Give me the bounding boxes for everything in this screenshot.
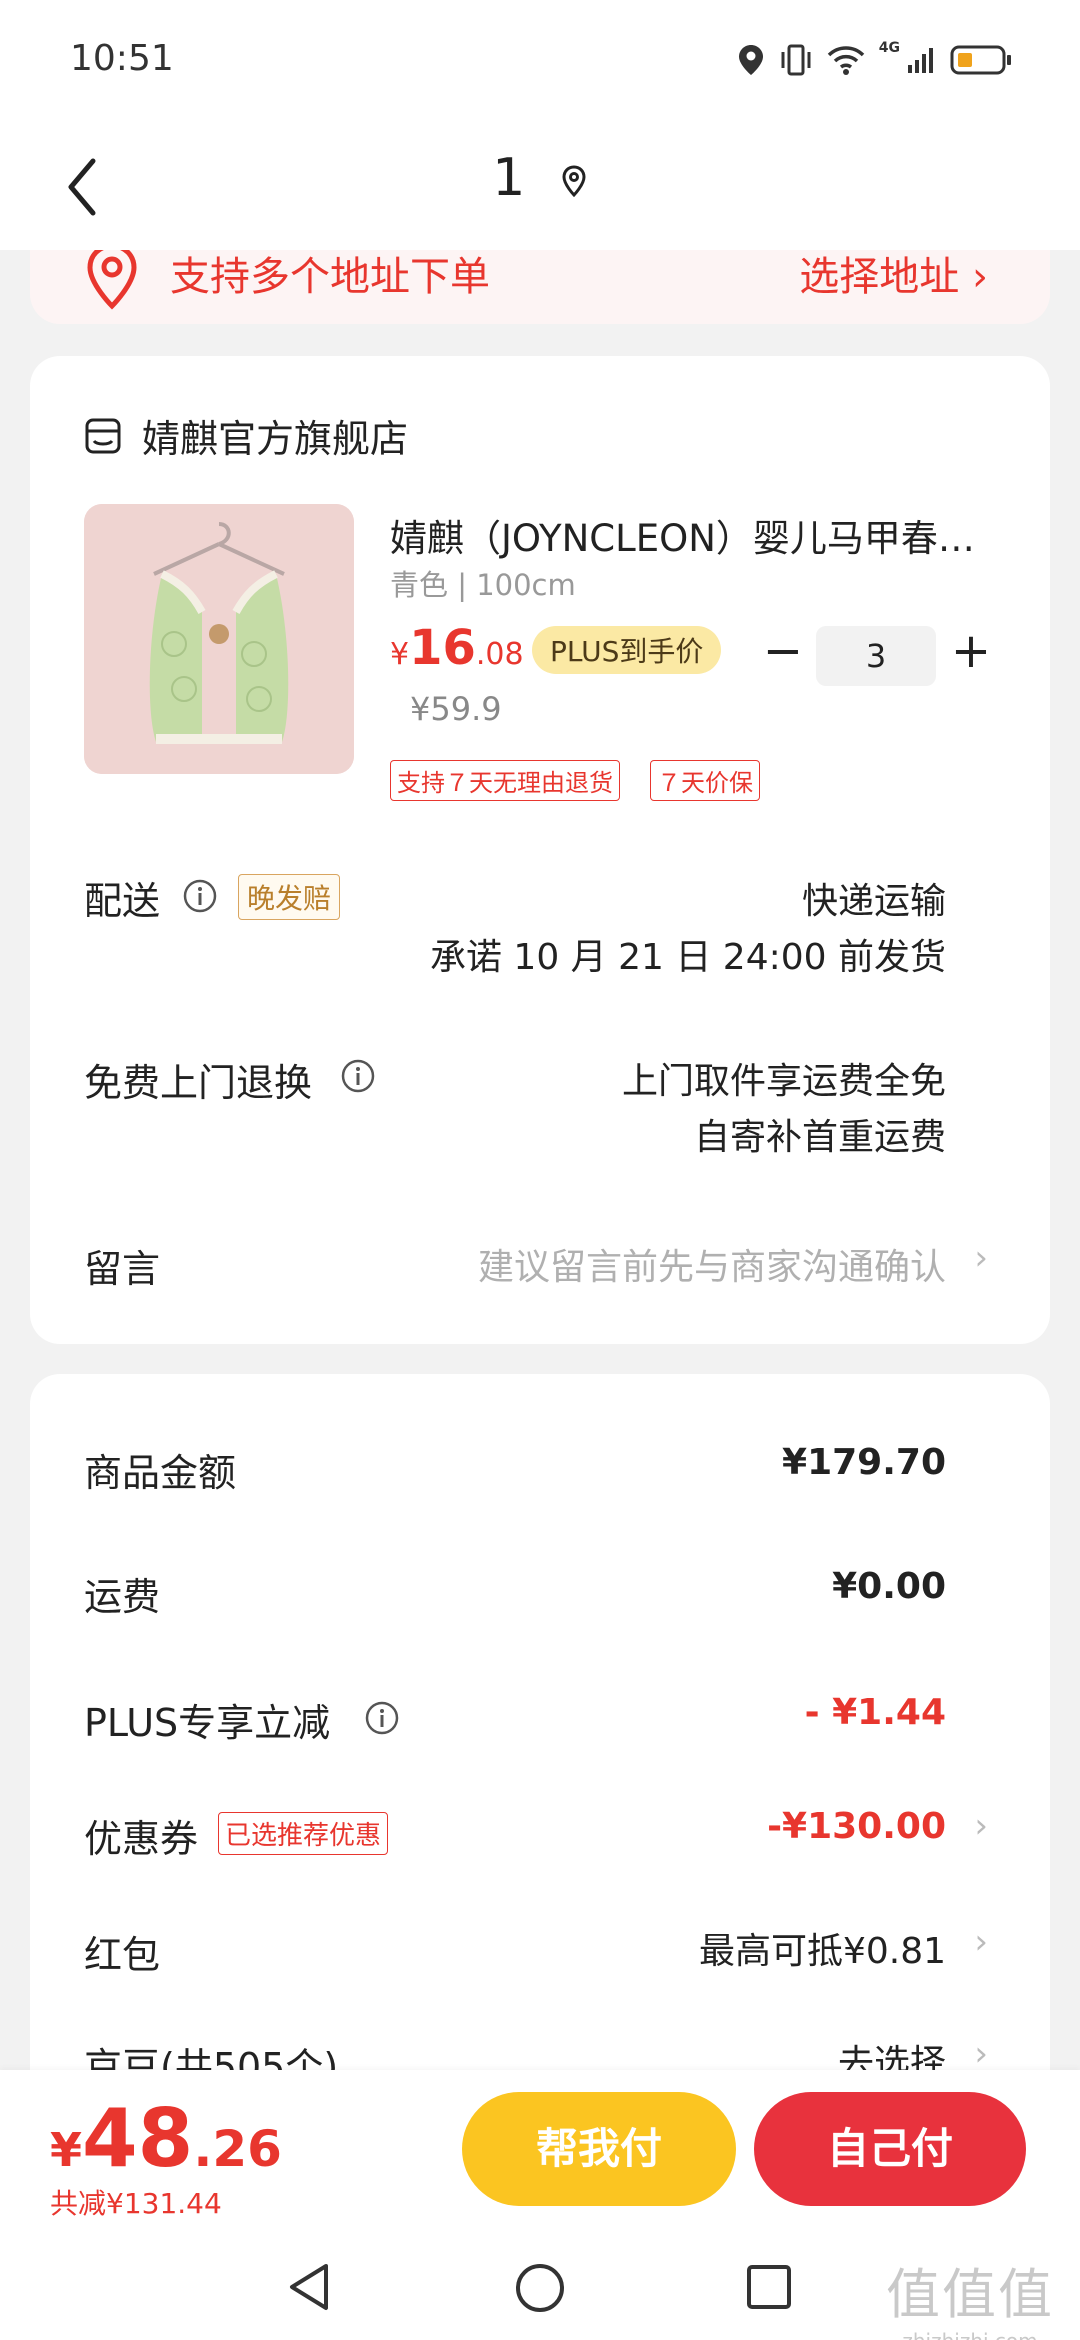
return-self-send-text: 自寄补首重运费 — [693, 1117, 946, 1158]
checkout-bar: ¥ 48 .26 共减¥131.44 帮我付 自己付 — [0, 2070, 1080, 2230]
coupon-value[interactable]: -¥130.00 — [767, 1806, 946, 1847]
delivery-label: 配送 — [84, 879, 161, 923]
chevron-right-icon: › — [974, 1922, 988, 1962]
signal-icon — [908, 48, 933, 73]
location-icon — [738, 45, 763, 75]
select-address-link[interactable]: 选择地址 › — [799, 250, 988, 302]
product-title[interactable]: 婧麒（JOYNCLEON）婴儿马甲春… — [390, 508, 1010, 562]
goods-amount-value: ¥179.70 — [782, 1442, 946, 1483]
status-icons: 4G — [737, 40, 1012, 80]
watermark-url: zhizhizhi.com — [886, 2329, 1054, 2340]
coupon-label: 优惠券 — [84, 1817, 199, 1861]
product-price: ¥ 16 .08 — [390, 620, 524, 676]
chevron-right-icon: › — [974, 2034, 988, 2074]
multi-address-text: 支持多个地址下单 — [170, 254, 490, 300]
watermark: 值值值 zhizhizhi.com — [886, 2250, 1054, 2340]
original-price: ¥59.9 — [410, 690, 502, 728]
address-pin-icon — [87, 250, 137, 310]
goods-amount-label: 商品金额 — [84, 1451, 237, 1495]
store-name: 婧麒官方旗舰店 — [142, 417, 409, 461]
help-me-pay-button[interactable]: 帮我付 — [462, 2092, 736, 2206]
delivery-promise: 承诺 10 月 21 日 24:00 前发货 — [429, 937, 946, 978]
message-input[interactable]: 建议留言前先与商家沟通确认 — [478, 1238, 946, 1290]
info-icon[interactable] — [364, 1700, 400, 1736]
total-currency: ¥ — [50, 2123, 83, 2177]
price-protect-tag: ７天价保 — [650, 760, 760, 801]
recents-square-icon[interactable] — [746, 2264, 792, 2310]
back-triangle-icon[interactable] — [286, 2262, 332, 2312]
battery-icon — [950, 45, 1011, 75]
chevron-right-icon: › — [974, 1238, 988, 1278]
network-type-label: 4G — [878, 40, 900, 56]
order-card: 婧麒官方旗舰店 婧麒（JOYNCLEON）婴儿马甲春… 青色 | 100cm ¥… — [30, 356, 1050, 1344]
delivery-method[interactable]: 快递运输 — [802, 872, 946, 924]
price-currency: ¥ — [390, 637, 410, 672]
red-packet-label: 红包 — [84, 1933, 161, 1977]
status-bar: 10:51 4G — [0, 0, 1080, 120]
nav-bar: 1 — [0, 120, 1080, 250]
status-time: 10:51 — [70, 38, 174, 79]
page-title: 1 — [0, 148, 1080, 211]
total-saved[interactable]: 共减¥131.44 — [50, 2182, 222, 2222]
watermark-logo: 值值值 — [886, 2263, 1054, 2326]
red-packet-value[interactable]: 最高可抵¥0.81 — [699, 1922, 946, 1974]
price-summary-card: 商品金额 ¥179.70 运费 ¥0.00 PLUS专享立减 - ¥1.44 优… — [30, 1374, 1050, 2134]
total-integer: 48 — [82, 2092, 194, 2185]
return-policy-tag: 支持７天无理由退货 — [390, 760, 620, 801]
store-header[interactable]: 婧麒官方旗舰店 — [84, 408, 408, 463]
address-banner[interactable]: 支持多个地址下单 选择地址 › — [30, 250, 1050, 324]
free-return-label: 免费上门退换 — [84, 1061, 313, 1105]
quantity-plus-button[interactable]: + — [946, 627, 996, 678]
plus-discount-label: PLUS专享立减 — [84, 1701, 331, 1745]
product-image[interactable] — [84, 504, 354, 774]
info-icon[interactable] — [182, 878, 218, 914]
total-decimal: .26 — [193, 2120, 282, 2178]
info-icon[interactable] — [340, 1058, 376, 1094]
late-compensation-badge: 晚发赔 — [238, 874, 341, 920]
vibrate-icon — [781, 44, 811, 76]
coupon-recommended-badge: 已选推荐优惠 — [218, 1812, 389, 1855]
return-pickup-text: 上门取件享运费全免 — [621, 1061, 946, 1102]
product-spec: 青色 | 100cm — [390, 568, 576, 602]
location-pin-icon[interactable] — [560, 151, 588, 211]
quantity-minus-button[interactable]: − — [758, 627, 808, 678]
shipping-value: ¥0.00 — [832, 1566, 946, 1607]
price-decimal: .08 — [475, 637, 524, 672]
home-circle-icon[interactable] — [514, 2262, 566, 2314]
store-icon — [85, 418, 121, 453]
total-price: ¥ 48 .26 — [50, 2092, 282, 2185]
chevron-right-icon: › — [974, 1806, 988, 1846]
plus-discount-value: - ¥1.44 — [804, 1692, 946, 1733]
message-label: 留言 — [84, 1247, 161, 1291]
price-integer: 16 — [409, 620, 476, 676]
quantity-input[interactable]: 3 — [816, 626, 936, 686]
page-title-text: 1 — [492, 148, 526, 208]
pay-myself-button[interactable]: 自己付 — [754, 2092, 1026, 2206]
wifi-icon — [827, 46, 865, 75]
shipping-label: 运费 — [84, 1575, 161, 1619]
plus-price-badge: PLUS到手价 — [532, 626, 722, 674]
